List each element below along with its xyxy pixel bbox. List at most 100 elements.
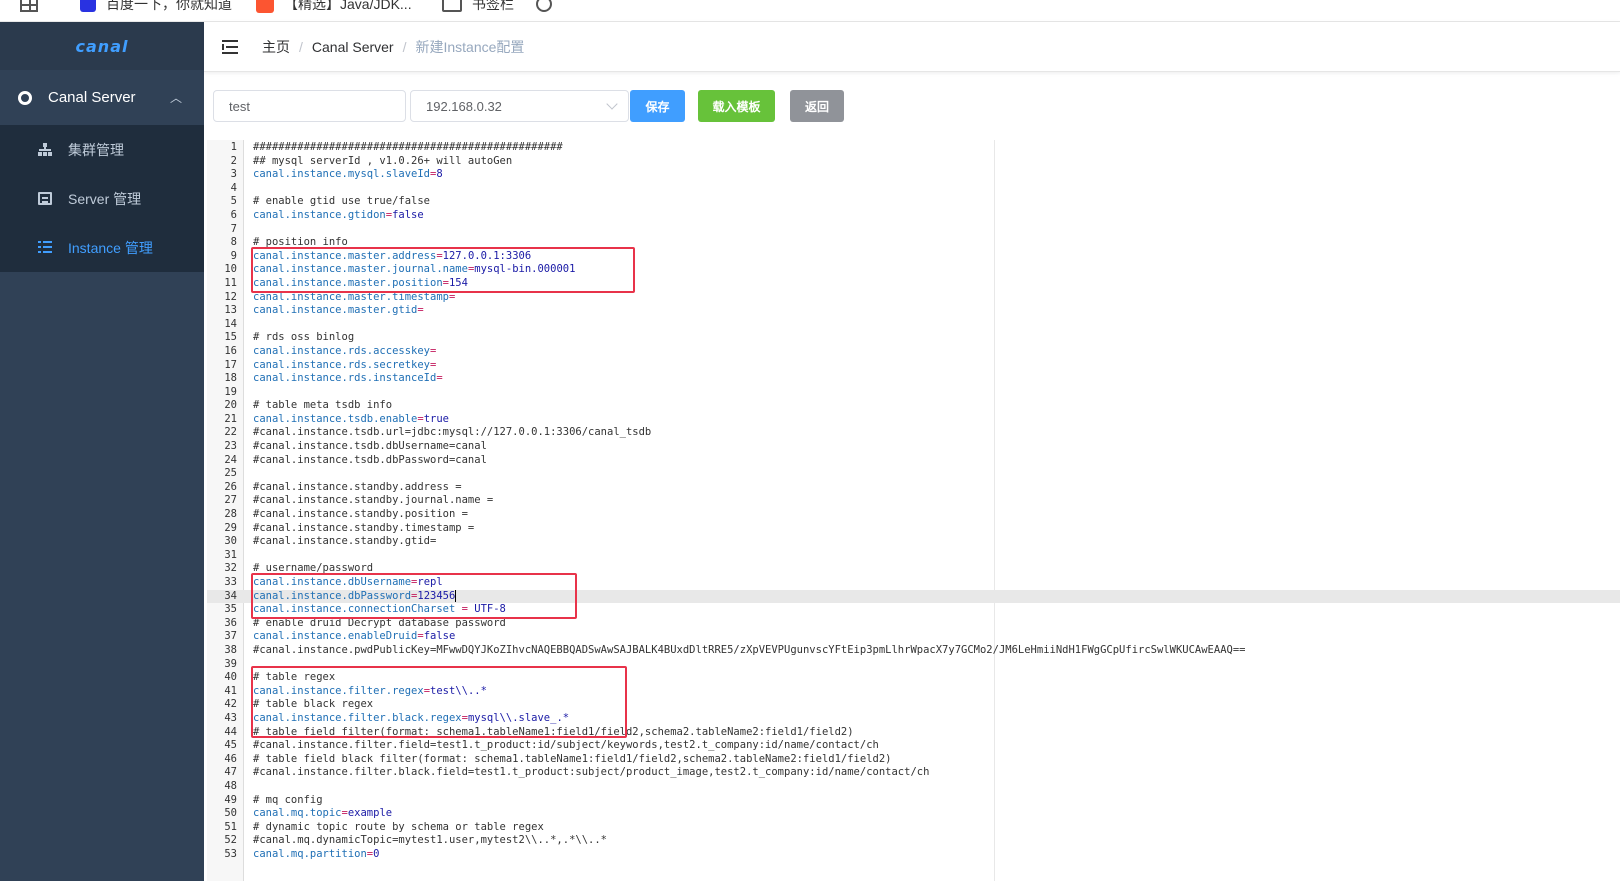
code-line[interactable]: 53 canal.mq.partition=0 — [207, 848, 1620, 862]
server-icon — [38, 192, 52, 205]
chevron-up-icon: ︿ — [169, 91, 182, 105]
sidebar-item-label: 集群管理 — [68, 141, 124, 158]
code-line[interactable]: 5 # enable gtid use true/false — [207, 195, 1620, 209]
code-line[interactable]: 26 #canal.instance.standby.address = — [207, 481, 1620, 495]
code-line[interactable]: 37 canal.instance.enableDruid=false — [207, 630, 1620, 644]
line-number: 8 — [230, 236, 237, 249]
line-number: 10 — [224, 263, 237, 276]
code-line[interactable]: 18 canal.instance.rds.instanceId= — [207, 372, 1620, 386]
code-line[interactable]: 23 #canal.instance.tsdb.dbUsername=canal — [207, 440, 1620, 454]
sidebar-item-cluster[interactable]: 集群管理 — [0, 125, 204, 174]
back-button[interactable]: 返回 — [790, 90, 844, 122]
code-line[interactable]: 28 #canal.instance.standby.position = — [207, 508, 1620, 522]
line-number: 52 — [224, 834, 237, 847]
code-line[interactable]: 17 canal.instance.rds.secretkey= — [207, 359, 1620, 373]
code-line[interactable]: 47 #canal.instance.filter.black.field=tes… — [207, 766, 1620, 780]
line-text: canal.instance.rds.secretkey= — [253, 358, 437, 371]
code-line[interactable]: 38 #canal.instance.pwdPublicKey=MFwwDQYJK… — [207, 644, 1620, 658]
line-number: 12 — [224, 290, 237, 303]
load-template-button[interactable]: 载入模板 — [698, 90, 775, 122]
bookmark-apps[interactable] — [20, 0, 48, 14]
line-text: canal.mq.topic=example — [253, 807, 393, 820]
code-line[interactable]: 20 # table meta tsdb info — [207, 399, 1620, 413]
line-number: 16 — [224, 344, 237, 357]
code-line[interactable]: 7 — [207, 223, 1620, 237]
logo[interactable]: canal — [0, 22, 204, 70]
bookmark-baidu[interactable]: 百度一下，你就知道 — [80, 0, 232, 14]
code-line[interactable]: 27 #canal.instance.standby.journal.name = — [207, 494, 1620, 508]
code-line[interactable]: 48 — [207, 780, 1620, 794]
code-line[interactable]: 14 — [207, 318, 1620, 332]
line-number: 45 — [224, 739, 237, 752]
code-line[interactable]: 19 — [207, 386, 1620, 400]
hamburger-icon[interactable] — [222, 39, 240, 54]
code-line[interactable]: 21 canal.instance.tsdb.enable=true — [207, 413, 1620, 427]
line-number: 39 — [224, 657, 237, 670]
line-text: #canal.instance.standby.timestamp = — [253, 521, 475, 534]
breadcrumb-canal-server[interactable]: Canal Server — [312, 39, 394, 55]
line-text: #canal.instance.standby.address = — [253, 480, 462, 493]
line-number: 20 — [224, 399, 237, 412]
code-line[interactable]: 15 # rds oss binlog — [207, 331, 1620, 345]
submenu: 集群管理 Server 管理 Instance 管理 — [0, 125, 204, 272]
line-number: 33 — [224, 576, 237, 588]
code-line[interactable]: 6 canal.instance.gtidon=false — [207, 209, 1620, 223]
line-text: canal.instance.gtidon=false — [253, 208, 424, 221]
line-number: 49 — [224, 793, 237, 806]
sidebar-item-server[interactable]: Server 管理 — [0, 174, 204, 223]
code-line[interactable]: 1 #######################################… — [207, 141, 1620, 155]
code-line[interactable]: 31 — [207, 549, 1620, 563]
csdn-icon — [256, 0, 274, 13]
folder-icon — [442, 0, 462, 12]
line-text: canal.instance.mysql.slaveId=8 — [253, 168, 443, 181]
save-button[interactable]: 保存 — [630, 90, 685, 122]
code-editor[interactable]: 1 #######################################… — [207, 140, 1620, 881]
code-line[interactable]: 25 — [207, 467, 1620, 481]
code-line[interactable]: 13 canal.instance.master.gtid= — [207, 304, 1620, 318]
code-line[interactable]: 24 #canal.instance.tsdb.dbPassword=canal — [207, 454, 1620, 468]
breadcrumb-home[interactable]: 主页 — [262, 37, 290, 57]
code-line[interactable]: 3 canal.instance.mysql.slaveId=8 — [207, 168, 1620, 182]
line-number: 14 — [224, 317, 237, 330]
bookmark-folder[interactable]: 书签栏 — [442, 0, 514, 14]
line-text: # table field black filter(format: schem… — [253, 752, 892, 765]
line-text: canal.mq.partition=0 — [253, 847, 380, 860]
line-number: 11 — [224, 276, 237, 289]
baidu-icon — [80, 0, 96, 12]
line-number: 23 — [224, 440, 237, 453]
code-line[interactable]: 4 — [207, 182, 1620, 196]
line-text: canal.instance.rds.instanceId= — [253, 372, 443, 385]
line-text: canal.instance.rds.accesskey= — [253, 344, 437, 357]
code-line[interactable]: 51 # dynamic topic route by schema or tab… — [207, 821, 1620, 835]
canal-server-icon — [18, 90, 32, 105]
line-number: 5 — [230, 195, 237, 208]
line-text: #canal.instance.standby.journal.name = — [253, 494, 494, 507]
code-line[interactable]: 45 #canal.instance.filter.field=test1.t_p… — [207, 739, 1620, 753]
bookmark-label: 书签栏 — [472, 0, 514, 12]
server-select[interactable]: 192.168.0.32 — [410, 90, 629, 122]
bookmark-help[interactable] — [536, 0, 562, 14]
code-line[interactable]: 16 canal.instance.rds.accesskey= — [207, 345, 1620, 359]
toolbar: test 192.168.0.32 保存 载入模板 返回 — [204, 72, 1620, 140]
line-text: # rds oss binlog — [253, 331, 355, 344]
line-text: #canal.instance.standby.position = — [253, 508, 468, 521]
line-text: #canal.instance.tsdb.dbUsername=canal — [253, 440, 487, 453]
code-line[interactable]: 52 #canal.mq.dynamicTopic=mytest1.user,my… — [207, 834, 1620, 848]
instance-name-input[interactable]: test — [213, 90, 406, 122]
line-number: 51 — [224, 820, 237, 833]
code-line[interactable]: 29 #canal.instance.standby.timestamp = — [207, 522, 1620, 536]
code-line[interactable]: 46 # table field black filter(format: sch… — [207, 753, 1620, 767]
code-line[interactable]: 50 canal.mq.topic=example — [207, 807, 1620, 821]
line-number: 53 — [224, 847, 237, 860]
line-text: # enable gtid use true/false — [253, 195, 431, 208]
code-line[interactable]: 49 # mq config — [207, 794, 1620, 808]
sidebar-item-instance[interactable]: Instance 管理 — [0, 223, 204, 272]
code-line[interactable]: 2 ## mysql serverId , v1.0.26+ will autoG… — [207, 155, 1620, 169]
menu-group-label: Canal Server — [48, 89, 136, 106]
code-line[interactable]: 30 #canal.instance.standby.gtid= — [207, 535, 1620, 549]
help-icon — [536, 0, 552, 12]
code-line[interactable]: 22 #canal.instance.tsdb.url=jdbc:mysql://… — [207, 426, 1620, 440]
line-number: 25 — [224, 467, 237, 480]
menu-group-canal-server[interactable]: Canal Server ︿ — [0, 70, 204, 125]
bookmark-csdn[interactable]: 【精选】Java/JDK... — [256, 0, 412, 14]
